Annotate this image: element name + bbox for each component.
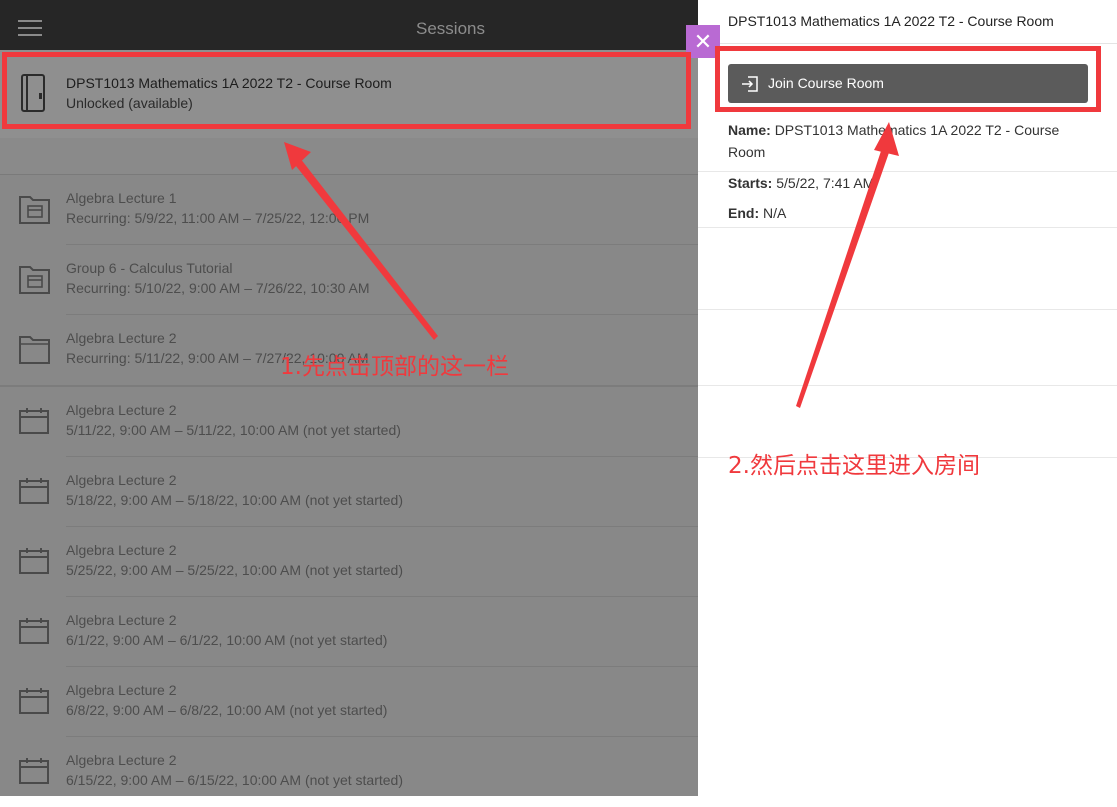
annotation-step1: 1.先点击顶部的这一栏 bbox=[280, 354, 509, 380]
annotation-arrows bbox=[284, 122, 899, 408]
annotation-step2: 2.然后点击这里进入房间 bbox=[728, 453, 980, 479]
